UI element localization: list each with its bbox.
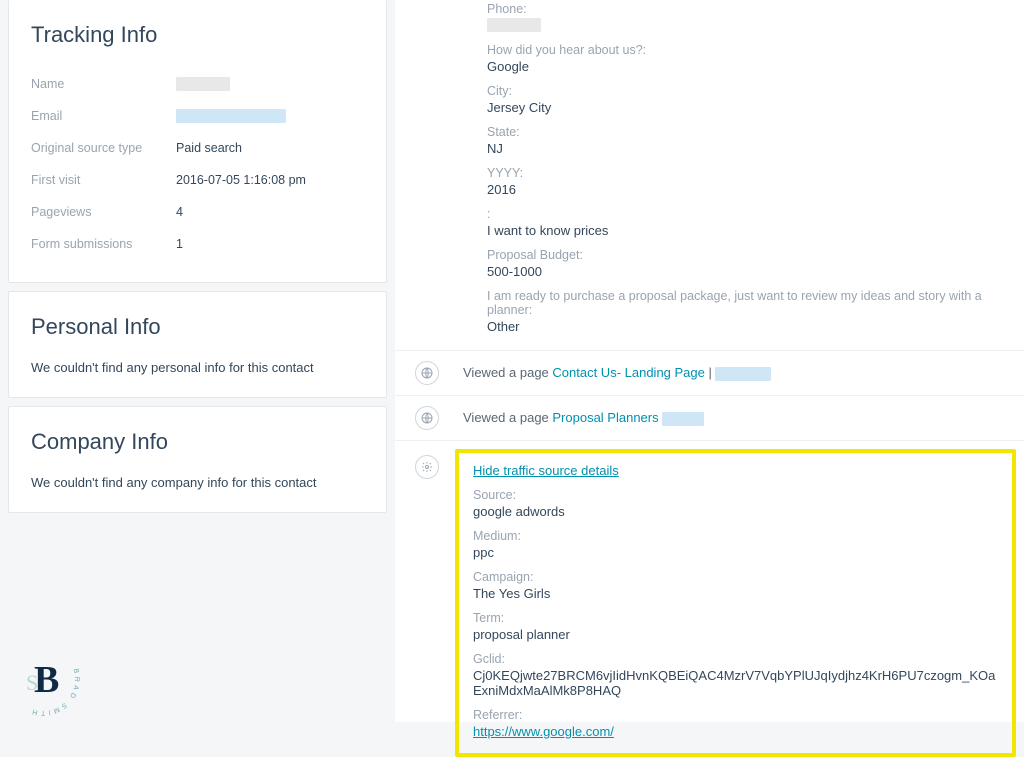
phone-label: Phone: xyxy=(487,2,1024,16)
brad-smith-logo: BRAD SMITH B S xyxy=(4,640,82,718)
traffic-campaign-value: The Yes Girls xyxy=(473,586,998,601)
company-info-empty: We couldn't find any company info for th… xyxy=(31,475,364,490)
personal-info-title: Personal Info xyxy=(31,314,364,340)
traffic-medium-label: Medium: xyxy=(473,529,998,543)
name-value: x xyxy=(176,77,230,91)
state-value: NJ xyxy=(487,141,1024,156)
traffic-term-value: proposal planner xyxy=(473,627,998,642)
personal-info-card: Personal Info We couldn't find any perso… xyxy=(8,291,387,398)
timeline-page-link[interactable]: Contact Us- Landing Page xyxy=(552,365,704,380)
traffic-source-label: Source: xyxy=(473,488,998,502)
traffic-medium-value: ppc xyxy=(473,545,998,560)
city-label: City: xyxy=(487,84,1024,98)
traffic-referrer-label: Referrer: xyxy=(473,708,998,722)
globe-icon xyxy=(415,361,439,385)
redacted-value: x xyxy=(662,412,704,426)
personal-info-empty: We couldn't find any personal info for t… xyxy=(31,360,364,375)
form-submissions-value: 1 xyxy=(176,237,183,251)
name-label: Name xyxy=(31,77,176,91)
tracking-info-card: Tracking Info Name x Email x Original so… xyxy=(8,0,387,283)
viewed-page-prefix: Viewed a page xyxy=(463,365,552,380)
form-submission-details: Phone: x How did you hear about us?: Goo… xyxy=(395,0,1024,350)
timeline-row: Viewed a page Contact Us- Landing Page |… xyxy=(395,350,1024,395)
traffic-referrer-link[interactable]: https://www.google.com/ xyxy=(473,724,614,739)
viewed-page-prefix: Viewed a page xyxy=(463,410,552,425)
timeline-page-link[interactable]: Proposal Planners xyxy=(552,410,658,425)
ready-label: I am ready to purchase a proposal packag… xyxy=(487,289,1024,317)
tracking-info-title: Tracking Info xyxy=(31,22,364,48)
yyyy-label: YYYY: xyxy=(487,166,1024,180)
company-info-title: Company Info xyxy=(31,429,364,455)
first-visit-label: First visit xyxy=(31,173,176,187)
city-value: Jersey City xyxy=(487,100,1024,115)
hide-traffic-details-link[interactable]: Hide traffic source details xyxy=(473,463,619,478)
globe-icon xyxy=(415,406,439,430)
timeline-row: Viewed a page Proposal Planners x xyxy=(395,395,1024,440)
first-visit-value: 2016-07-05 1:16:08 pm xyxy=(176,173,306,187)
redacted-value: x xyxy=(715,367,771,381)
yyyy-value: 2016 xyxy=(487,182,1024,197)
source-type-label: Original source type xyxy=(31,141,176,155)
blank-label: : xyxy=(487,207,1024,221)
phone-value: x xyxy=(487,18,1024,33)
pageviews-label: Pageviews xyxy=(31,205,176,219)
gear-icon xyxy=(415,455,439,479)
hear-about-value: Google xyxy=(487,59,1024,74)
email-label: Email xyxy=(31,109,176,123)
company-info-card: Company Info We couldn't find any compan… xyxy=(8,406,387,513)
traffic-campaign-label: Campaign: xyxy=(473,570,998,584)
source-type-value: Paid search xyxy=(176,141,242,155)
traffic-gclid-label: Gclid: xyxy=(473,652,998,666)
pageviews-value: 4 xyxy=(176,205,183,219)
traffic-term-label: Term: xyxy=(473,611,998,625)
budget-label: Proposal Budget: xyxy=(487,248,1024,262)
traffic-gclid-value: Cj0KEQjwte27BRCM6vjIidHvnKQBEiQAC4MzrV7V… xyxy=(473,668,998,698)
svg-text:S: S xyxy=(26,670,38,695)
form-submissions-label: Form submissions xyxy=(31,237,176,251)
blank-value: I want to know prices xyxy=(487,223,1024,238)
state-label: State: xyxy=(487,125,1024,139)
ready-value: Other xyxy=(487,319,1024,334)
hear-about-label: How did you hear about us?: xyxy=(487,43,1024,57)
traffic-source-value: google adwords xyxy=(473,504,998,519)
traffic-source-details: Hide traffic source details Source: goog… xyxy=(455,449,1016,757)
budget-value: 500-1000 xyxy=(487,264,1024,279)
email-value: x xyxy=(176,109,286,123)
